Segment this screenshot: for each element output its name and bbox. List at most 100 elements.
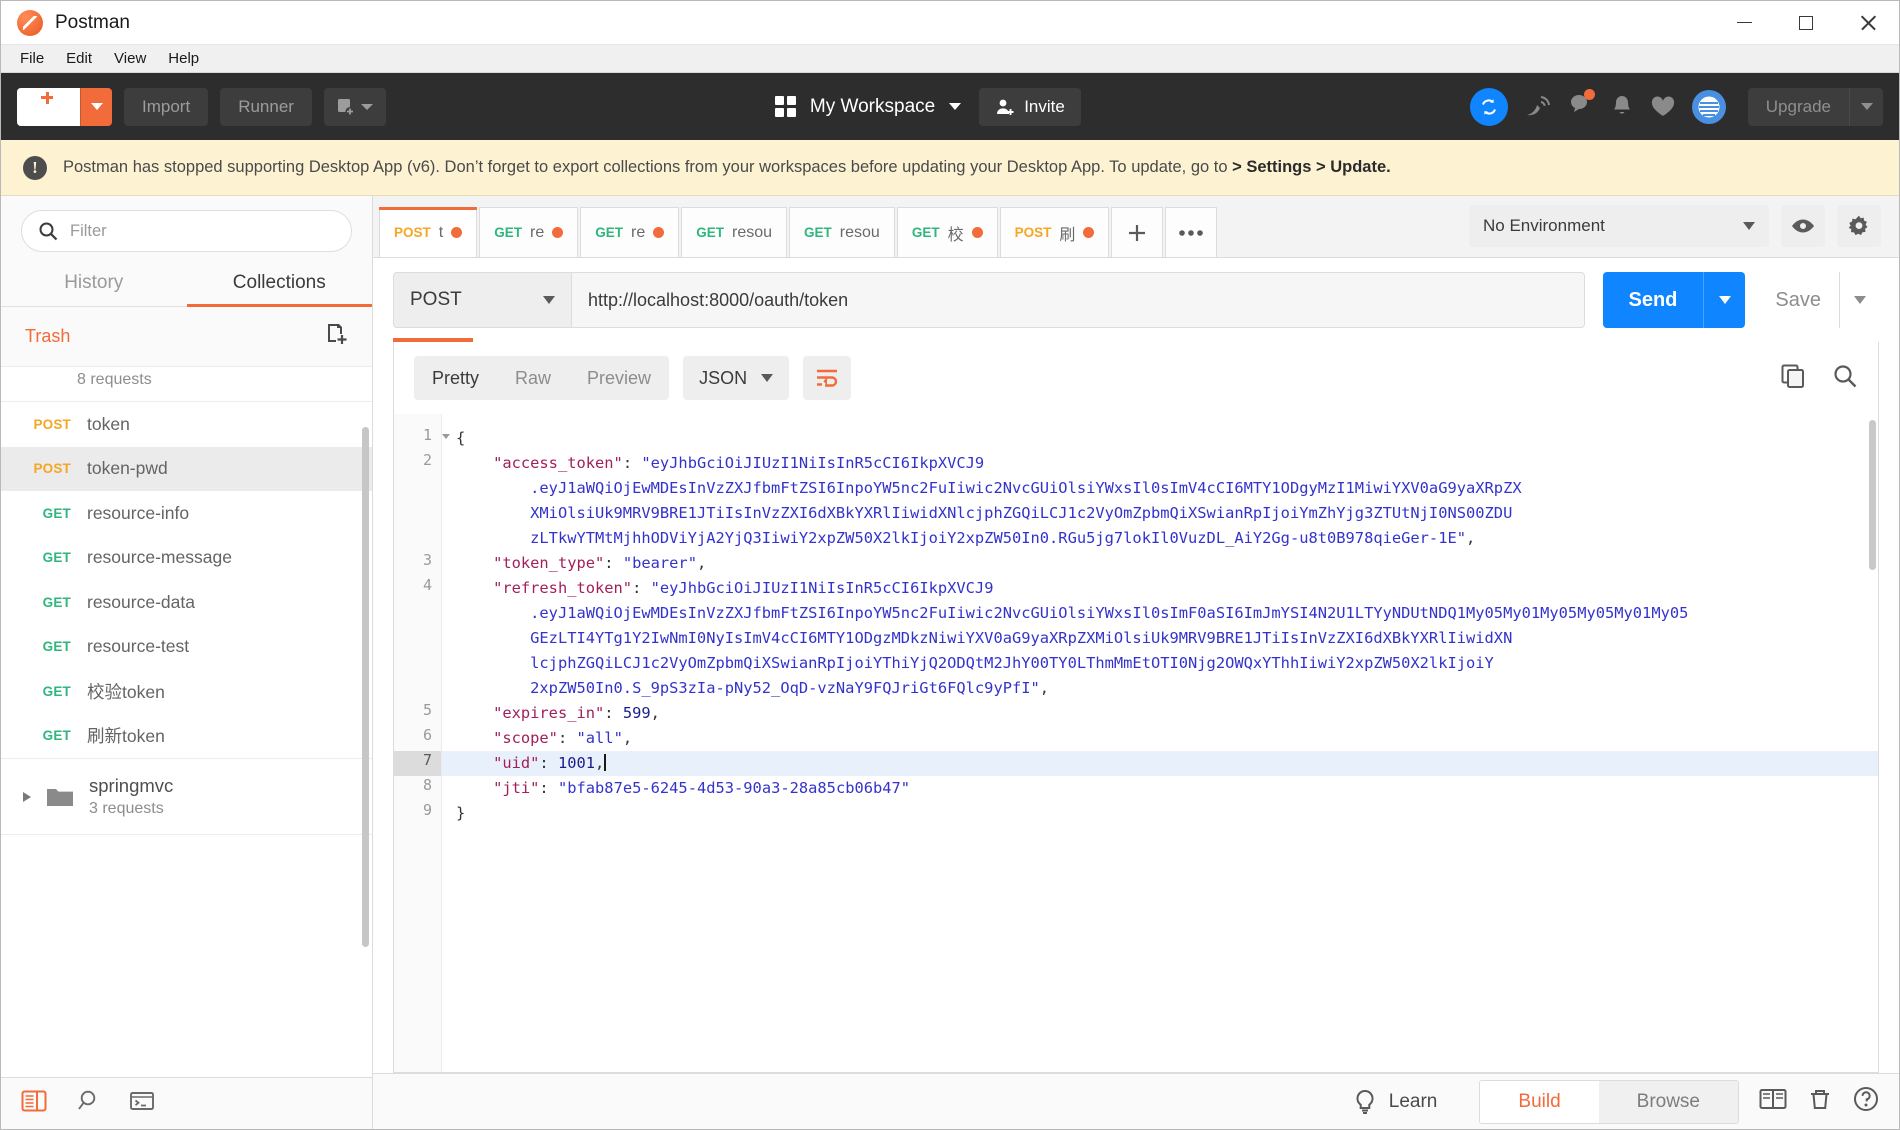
help-icon[interactable] — [1853, 1086, 1879, 1117]
request-tab-6[interactable]: POST 刷 — [999, 207, 1110, 257]
response-scrollbar[interactable] — [1869, 420, 1876, 570]
collection-folder-springmvc[interactable]: springmvc 3 requests — [1, 758, 372, 835]
send-dropdown-button[interactable] — [1703, 272, 1745, 328]
unsaved-dot — [653, 227, 665, 238]
mode-build[interactable]: Build — [1480, 1080, 1599, 1123]
person-plus-icon — [997, 99, 1014, 115]
chevron-right-icon[interactable] — [23, 791, 31, 802]
request-tab-5[interactable]: GET 校 — [896, 207, 998, 257]
request-tab-4[interactable]: GET resou — [789, 207, 895, 257]
bell-icon[interactable] — [1610, 94, 1634, 120]
maximize-button[interactable] — [1775, 1, 1837, 45]
request-item-resource-data[interactable]: GET resource-data — [1, 580, 372, 625]
two-pane-icon[interactable] — [1759, 1087, 1787, 1116]
menu-item-edit[interactable]: Edit — [55, 47, 103, 70]
heart-icon[interactable] — [1650, 95, 1676, 119]
sidebar-scrollbar[interactable] — [362, 427, 369, 947]
new-button-main[interactable]: New — [17, 87, 81, 126]
import-button[interactable]: Import — [124, 87, 209, 126]
request-item-verify-token[interactable]: GET 校验token — [1, 669, 372, 714]
request-item-refresh-token[interactable]: GET 刷新token — [1, 713, 372, 758]
satellite-icon[interactable] — [1524, 94, 1552, 120]
avatar[interactable] — [1691, 89, 1726, 124]
menu-item-help[interactable]: Help — [157, 47, 210, 70]
invite-button[interactable]: Invite — [979, 87, 1081, 126]
eye-icon — [1792, 219, 1814, 233]
copy-icon[interactable] — [1780, 363, 1806, 394]
environment-quick-look-button[interactable] — [1781, 205, 1825, 247]
response-body[interactable]: 12 3 4 5 6 78 9 { "access_token": "eyJhbGciOiJ… — [394, 414, 1878, 1072]
request-tab-0[interactable]: POST t — [379, 207, 478, 257]
search-input[interactable] — [70, 221, 335, 241]
minimize-button[interactable] — [1713, 1, 1775, 45]
lightbulb-icon — [1356, 1089, 1374, 1114]
upgrade-dropdown-button[interactable] — [1849, 87, 1883, 126]
request-method: GET — [42, 683, 71, 699]
code-line: { — [456, 429, 466, 447]
upgrade-button[interactable]: Upgrade — [1747, 87, 1883, 126]
main-panel: POST t GET re GET re GET resou GET resou… — [373, 196, 1899, 1129]
sidebar-tab-collections[interactable]: Collections — [186, 262, 373, 307]
request-method: GET — [42, 639, 71, 655]
new-dropdown-button[interactable] — [80, 87, 112, 126]
search-icon[interactable] — [75, 1089, 101, 1118]
response-view-modes: Pretty Raw Preview — [414, 356, 670, 400]
send-button[interactable]: Send — [1602, 272, 1746, 328]
menu-item-view[interactable]: View — [103, 47, 157, 70]
request-tabs: POST t GET re GET re GET resou GET resou… — [373, 196, 1899, 258]
learn-button[interactable]: Learn — [1353, 1089, 1437, 1115]
mode-browse[interactable]: Browse — [1598, 1080, 1738, 1123]
method-select[interactable]: POST — [393, 272, 571, 328]
trash-icon[interactable] — [1807, 1087, 1833, 1116]
new-collection-icon[interactable] — [324, 321, 350, 352]
new-tab-button[interactable] — [1111, 207, 1164, 257]
collection-list[interactable]: 8 requests POST token POST token-pwd GET… — [1, 367, 372, 1077]
response-code[interactable]: { "access_token": "eyJhbGciOiJIUzI1NiIsI… — [442, 414, 1878, 1072]
environment-select[interactable]: No Environment — [1469, 205, 1769, 247]
sidebar-tab-history[interactable]: History — [1, 262, 187, 306]
request-item-token[interactable]: POST token — [1, 402, 372, 447]
plus-icon — [37, 87, 57, 104]
search-icon[interactable] — [1832, 363, 1858, 394]
tab-method: GET — [911, 225, 940, 240]
save-button[interactable]: Save — [1757, 272, 1879, 328]
request-tab-2[interactable]: GET re — [580, 207, 680, 257]
trash-row: Trash — [1, 307, 372, 367]
tab-name: resou — [839, 223, 880, 241]
console-icon[interactable] — [129, 1089, 155, 1118]
trash-link[interactable]: Trash — [25, 326, 70, 347]
request-item-token-pwd[interactable]: POST token-pwd — [1, 446, 372, 491]
word-wrap-button[interactable] — [803, 356, 852, 400]
request-tab-3[interactable]: GET resou — [681, 207, 788, 257]
close-button[interactable] — [1837, 1, 1899, 45]
window-title: Postman — [55, 11, 130, 33]
comment-icon[interactable] — [1568, 89, 1595, 122]
sidebar: History Collections Trash 8 requests POS… — [1, 196, 373, 1129]
tab-options-button[interactable] — [1165, 207, 1218, 257]
request-item-resource-message[interactable]: GET resource-message — [1, 535, 372, 580]
menu-item-file[interactable]: File — [9, 47, 55, 70]
request-item-resource-info[interactable]: GET resource-info — [1, 491, 372, 536]
new-button[interactable]: New — [17, 87, 113, 126]
request-item-resource-test[interactable]: GET resource-test — [1, 624, 372, 669]
sidebar-toggle-icon[interactable] — [21, 1089, 47, 1118]
tab-name: 刷 — [1059, 226, 1076, 244]
view-mode-raw[interactable]: Raw — [497, 368, 569, 389]
new-button-label: New — [30, 105, 65, 125]
view-mode-pretty[interactable]: Pretty — [414, 368, 497, 389]
new-window-button[interactable] — [323, 87, 386, 126]
response-format-select[interactable]: JSON — [683, 356, 790, 400]
view-mode-preview[interactable]: Preview — [569, 368, 669, 389]
workspace-selector[interactable]: My Workspace Invite — [774, 87, 1081, 126]
url-input[interactable]: http://localhost:8000/oauth/token — [571, 272, 1585, 328]
sync-icon[interactable] — [1469, 87, 1508, 126]
runner-button[interactable]: Runner — [220, 87, 312, 126]
filter-box[interactable] — [21, 210, 352, 252]
request-method: POST — [33, 461, 71, 477]
settings-button[interactable] — [1837, 205, 1881, 247]
request-tab-1[interactable]: GET re — [479, 207, 579, 257]
status-bar-right: Learn Build Browse — [1353, 1079, 1879, 1124]
unsaved-dot — [451, 227, 463, 238]
fold-caret-icon[interactable] — [442, 434, 450, 439]
save-dropdown-button[interactable] — [1839, 272, 1879, 328]
